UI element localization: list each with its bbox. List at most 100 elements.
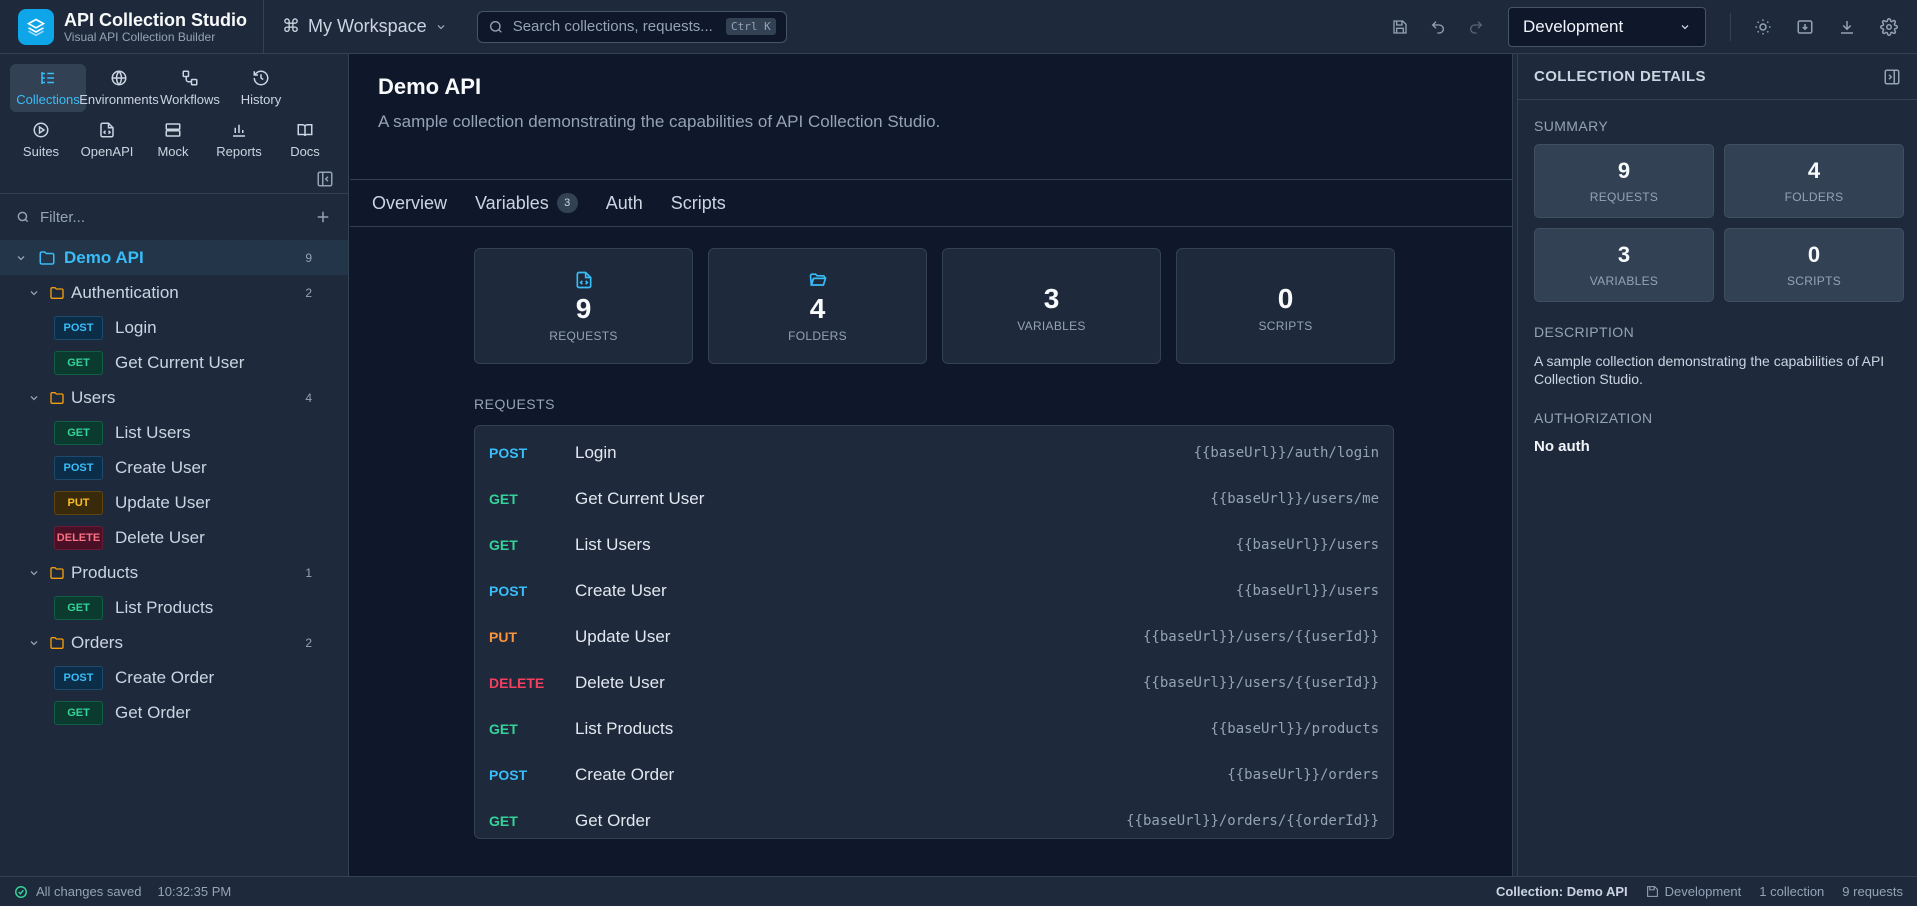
sun-icon[interactable] [1753, 17, 1773, 37]
method-badge: POST [54, 315, 103, 340]
nav-docs[interactable]: Docs [272, 116, 338, 164]
tree-folder-users[interactable]: Users 4 [0, 380, 348, 415]
workspace-label: My Workspace [308, 16, 427, 36]
chevron-down-icon [437, 24, 445, 29]
add-icon[interactable] [314, 208, 332, 226]
filter-input[interactable]: Filter... [0, 194, 348, 240]
request-row[interactable]: POST Login {{baseUrl}}/auth/login [475, 430, 1393, 476]
tab-label: Variables [475, 192, 549, 213]
collection-tree: Demo API 9 Authentication 2 POST Login G… [0, 240, 348, 730]
save-icon [1646, 886, 1658, 897]
request-url: {{baseUrl}}/auth/login [1193, 445, 1379, 461]
workspace-switcher[interactable]: ⌘ My Workspace [264, 0, 465, 53]
request-name: List Users [575, 535, 651, 554]
request-method: GET [489, 537, 518, 553]
request-row[interactable]: GET List Users {{baseUrl}}/users [475, 522, 1393, 568]
tab-label: Scripts [670, 192, 726, 213]
request-method: DELETE [489, 675, 545, 691]
summary-card-variables: 3 VARIABLES [1534, 228, 1714, 302]
summary-value: 3 [1617, 242, 1631, 267]
undo-icon[interactable] [1428, 17, 1448, 37]
nav-suites[interactable]: Suites [8, 116, 74, 164]
request-row[interactable]: POST Create User {{baseUrl}}/users [475, 568, 1393, 614]
chevron-down-icon[interactable] [28, 392, 40, 404]
nav-environments[interactable]: Environments [79, 64, 159, 112]
chevron-down-icon[interactable] [28, 567, 40, 579]
nav-reports[interactable]: Reports [206, 116, 272, 164]
nav-openapi[interactable]: OpenAPI [74, 116, 140, 164]
tree-request-delete-user[interactable]: DELETE Delete User [0, 520, 348, 555]
tree-request-label: List Users [115, 422, 191, 442]
tree-folder-authentication[interactable]: Authentication 2 [0, 275, 348, 310]
collapse-sidebar-icon[interactable] [316, 170, 334, 188]
environment-select[interactable]: Development [1508, 6, 1706, 47]
tree-request-list-users[interactable]: GET List Users [0, 415, 348, 450]
nav-workflows[interactable]: Workflows [152, 64, 228, 112]
tree-folder-products[interactable]: Products 1 [0, 555, 348, 590]
summary-label-text: REQUESTS [1589, 190, 1659, 204]
search-input[interactable]: Search collections, requests... Ctrl K [476, 10, 787, 43]
request-row[interactable]: GET Get Current User {{baseUrl}}/users/me [475, 476, 1393, 522]
tree-request-list-products[interactable]: GET List Products [0, 590, 348, 625]
nav-collections-label: Collections [16, 92, 80, 107]
redo-icon[interactable] [1466, 17, 1486, 37]
tree-request-create-order[interactable]: POST Create Order [0, 660, 348, 695]
tree-request-get-order[interactable]: GET Get Order [0, 695, 348, 730]
tree-request-update-user[interactable]: PUT Update User [0, 485, 348, 520]
nav-reports-label: Reports [216, 144, 262, 159]
tree-root-collection[interactable]: Demo API 9 [0, 240, 348, 275]
collapse-row [0, 164, 348, 194]
method-badge: POST [54, 455, 103, 480]
tab-scripts[interactable]: Scripts [671, 193, 726, 214]
request-method: POST [489, 583, 528, 599]
request-url: {{baseUrl}}/users [1235, 583, 1379, 599]
method-badge: GET [54, 700, 103, 725]
nav-docs-label: Docs [290, 144, 320, 159]
chevron-down-icon[interactable] [14, 252, 28, 264]
status-environment: Development [1646, 884, 1741, 899]
summary-label: SUMMARY [1534, 118, 1609, 134]
stat-label: VARIABLES [1017, 318, 1086, 333]
request-row[interactable]: POST Create Order {{baseUrl}}/orders [475, 752, 1393, 798]
request-row[interactable]: GET Get Order {{baseUrl}}/orders/{{orderId… [475, 798, 1393, 844]
collapse-panel-icon[interactable] [1883, 68, 1901, 86]
nav-row-secondary: Suites OpenAPI Mock Reports Docs [0, 112, 348, 164]
download-icon[interactable] [1837, 17, 1857, 37]
tab-variables[interactable]: Variables 3 [475, 193, 578, 214]
request-name: Get Current User [575, 489, 705, 508]
summary-card-folders: 4 FOLDERS [1724, 144, 1904, 218]
chevron-down-icon[interactable] [28, 637, 40, 649]
summary-value: 0 [1807, 242, 1821, 267]
check-circle-icon [15, 885, 27, 898]
gear-icon[interactable] [1879, 17, 1899, 37]
tree-folder-count: 2 [305, 635, 312, 650]
status-collection: Collection: Demo API [1495, 884, 1628, 899]
status-bar: All changes saved 10:32:35 PM Collection… [0, 876, 1917, 906]
search-icon [489, 20, 502, 33]
tree-request-label: Login [115, 317, 157, 337]
tree-request-get-current-user[interactable]: GET Get Current User [0, 345, 348, 380]
tab-overview[interactable]: Overview [372, 193, 447, 214]
tree-request-create-user[interactable]: POST Create User [0, 450, 348, 485]
stat-card-scripts: 0 SCRIPTS [1176, 248, 1395, 364]
status-collections-count: 1 collection [1759, 884, 1825, 899]
import-icon[interactable] [1795, 17, 1815, 37]
tree-folder-orders[interactable]: Orders 2 [0, 625, 348, 660]
command-icon: ⌘ [282, 16, 300, 36]
search-shortcut: Ctrl K [725, 18, 776, 35]
nav-collections[interactable]: Collections [10, 64, 86, 112]
request-row[interactable]: PUT Update User {{baseUrl}}/users/{{userId… [475, 614, 1393, 660]
chevron-down-icon[interactable] [28, 287, 40, 299]
save-icon[interactable] [1390, 17, 1410, 37]
request-row[interactable]: DELETE Delete User {{baseUrl}}/users/{{use… [475, 660, 1393, 706]
app-subtitle: Visual API Collection Builder [64, 29, 216, 44]
tab-auth[interactable]: Auth [606, 193, 643, 214]
nav-mock[interactable]: Mock [140, 116, 206, 164]
tree-folder-label: Products [71, 562, 139, 582]
tree-request-login[interactable]: POST Login [0, 310, 348, 345]
summary-grid: 9 REQUESTS 4 FOLDERS 3 VARIABLES 0 SCRIPTS [1518, 144, 1917, 302]
divider [1730, 12, 1731, 41]
tree-request-label: List Products [115, 597, 214, 617]
request-row[interactable]: GET List Products {{baseUrl}}/products [475, 706, 1393, 752]
nav-history[interactable]: History [223, 64, 299, 112]
